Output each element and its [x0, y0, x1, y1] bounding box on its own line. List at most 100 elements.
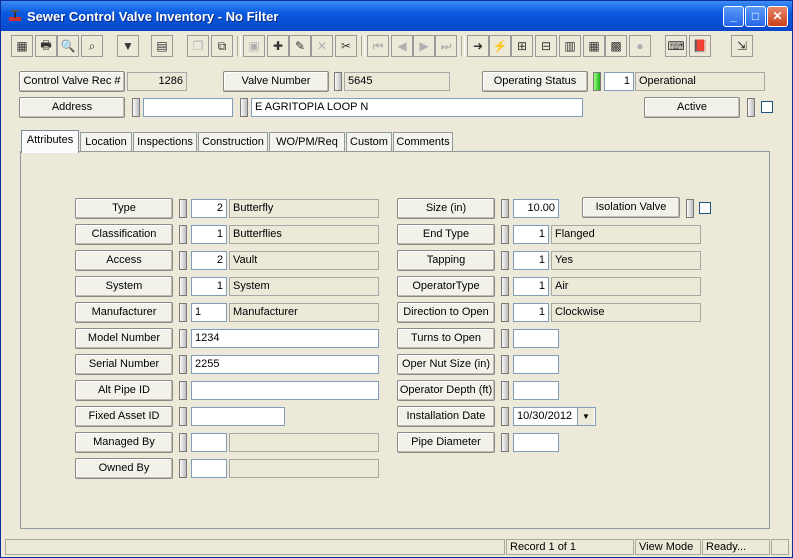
end-type-grip[interactable]: [501, 225, 509, 244]
relationship-icon[interactable]: ⊟: [535, 35, 557, 57]
pipe-diameter-field[interactable]: [513, 433, 559, 452]
pipe-diameter-label[interactable]: Pipe Diameter: [397, 432, 495, 453]
type-label[interactable]: Type: [75, 198, 173, 219]
managed-by-code[interactable]: [191, 433, 227, 452]
pipe-diameter-grip[interactable]: [501, 433, 509, 452]
tab-wo-pm-req[interactable]: WO/PM/Req: [269, 132, 345, 152]
isolation-valve-checkbox[interactable]: [699, 202, 711, 214]
tab-custom[interactable]: Custom: [346, 132, 392, 152]
valve-number-grip[interactable]: [334, 72, 342, 91]
tab-comments[interactable]: Comments: [393, 132, 453, 152]
resize-grip[interactable]: [771, 539, 789, 555]
owned-by-label[interactable]: Owned By: [75, 458, 173, 479]
next-record-icon[interactable]: ▶: [413, 35, 435, 57]
model-number-grip[interactable]: [179, 329, 187, 348]
active-label[interactable]: Active: [644, 97, 740, 118]
operating-status-label[interactable]: Operating Status: [482, 71, 588, 92]
chevron-down-icon[interactable]: ▼: [577, 408, 594, 425]
turns-to-open-grip[interactable]: [501, 329, 509, 348]
access-grip[interactable]: [179, 251, 187, 270]
classification-code[interactable]: 1: [191, 225, 227, 244]
tapping-code[interactable]: 1: [513, 251, 549, 270]
first-record-icon[interactable]: ⏮: [367, 35, 389, 57]
manufacturer-label[interactable]: Manufacturer: [75, 302, 173, 323]
access-code[interactable]: 2: [191, 251, 227, 270]
tab-attributes[interactable]: Attributes: [21, 130, 79, 153]
access-label[interactable]: Access: [75, 250, 173, 271]
manufacturer-grip[interactable]: [179, 303, 187, 322]
direction-to-open-label[interactable]: Direction to Open: [397, 302, 495, 323]
go-to-icon[interactable]: ➜: [467, 35, 489, 57]
map-link-icon[interactable]: ⊞: [511, 35, 533, 57]
active-grip[interactable]: [747, 98, 755, 117]
minimize-button[interactable]: _: [723, 6, 744, 27]
reports-icon[interactable]: 📕: [689, 35, 711, 57]
end-type-label[interactable]: End Type: [397, 224, 495, 245]
address-street-field[interactable]: E AGRITOPIA LOOP N: [251, 98, 583, 117]
last-record-icon[interactable]: ⏭: [435, 35, 457, 57]
direction-to-open-grip[interactable]: [501, 303, 509, 322]
installation-date-picker[interactable]: 10/30/2012 ▼: [513, 407, 596, 426]
chart-icon[interactable]: ▥: [559, 35, 581, 57]
grid-view-icon[interactable]: ▦: [11, 35, 33, 57]
operator-type-label[interactable]: OperatorType: [397, 276, 495, 297]
serial-number-grip[interactable]: [179, 355, 187, 374]
tapping-grip[interactable]: [501, 251, 509, 270]
size-label[interactable]: Size (in): [397, 198, 495, 219]
type-code[interactable]: 2: [191, 199, 227, 218]
managed-by-grip[interactable]: [179, 433, 187, 452]
print-icon[interactable]: 🖶: [35, 35, 57, 57]
calculator-icon[interactable]: ▦: [583, 35, 605, 57]
keyboard-icon[interactable]: ⌨: [665, 35, 687, 57]
alt-pipe-id-field[interactable]: [191, 381, 379, 400]
type-grip[interactable]: [179, 199, 187, 218]
maximize-button[interactable]: □: [745, 6, 766, 27]
operator-depth-grip[interactable]: [501, 381, 509, 400]
binoculars-icon[interactable]: ⌕: [81, 35, 103, 57]
operator-depth-field[interactable]: [513, 381, 559, 400]
owned-by-code[interactable]: [191, 459, 227, 478]
fixed-asset-id-field[interactable]: [191, 407, 285, 426]
fixed-asset-id-label[interactable]: Fixed Asset ID: [75, 406, 173, 427]
cut-icon[interactable]: ✂: [335, 35, 357, 57]
tab-location[interactable]: Location: [80, 132, 132, 152]
turns-to-open-field[interactable]: [513, 329, 559, 348]
address-grip[interactable]: [132, 98, 140, 117]
system-code[interactable]: 1: [191, 277, 227, 296]
manufacturer-code[interactable]: 1: [191, 303, 227, 322]
street-grip[interactable]: [240, 98, 248, 117]
operator-type-grip[interactable]: [501, 277, 509, 296]
address-label[interactable]: Address: [19, 97, 125, 118]
end-type-code[interactable]: 1: [513, 225, 549, 244]
serial-number-label[interactable]: Serial Number: [75, 354, 173, 375]
lightning-icon[interactable]: ⚡: [489, 35, 511, 57]
system-grip[interactable]: [179, 277, 187, 296]
operating-status-code[interactable]: 1: [604, 72, 634, 91]
control-valve-rec-label[interactable]: Control Valve Rec #: [19, 71, 125, 92]
installation-date-grip[interactable]: [501, 407, 509, 426]
tapping-label[interactable]: Tapping: [397, 250, 495, 271]
tab-inspections[interactable]: Inspections: [133, 132, 197, 152]
oper-nut-size-grip[interactable]: [501, 355, 509, 374]
size-grip[interactable]: [501, 199, 509, 218]
classification-label[interactable]: Classification: [75, 224, 173, 245]
fixed-asset-id-grip[interactable]: [179, 407, 187, 426]
size-field[interactable]: 10.00: [513, 199, 559, 218]
isolation-valve-label[interactable]: Isolation Valve: [582, 197, 680, 218]
copy-form-icon[interactable]: ❐: [187, 35, 209, 57]
model-number-label[interactable]: Model Number: [75, 328, 173, 349]
managed-by-label[interactable]: Managed By: [75, 432, 173, 453]
form-icon[interactable]: ▤: [151, 35, 173, 57]
close-button[interactable]: ✕: [767, 6, 788, 27]
delete-icon[interactable]: ✕: [311, 35, 333, 57]
filter-icon[interactable]: ▼: [117, 35, 139, 57]
photo-icon[interactable]: ▩: [605, 35, 627, 57]
save-icon[interactable]: ▣: [243, 35, 265, 57]
copy-icon[interactable]: ⧉: [211, 35, 233, 57]
installation-date-label[interactable]: Installation Date: [397, 406, 495, 427]
add-icon[interactable]: ✚: [267, 35, 289, 57]
operating-status-grip[interactable]: [593, 72, 601, 91]
owned-by-grip[interactable]: [179, 459, 187, 478]
previous-record-icon[interactable]: ◀: [391, 35, 413, 57]
edit-pencil-icon[interactable]: ✎: [289, 35, 311, 57]
